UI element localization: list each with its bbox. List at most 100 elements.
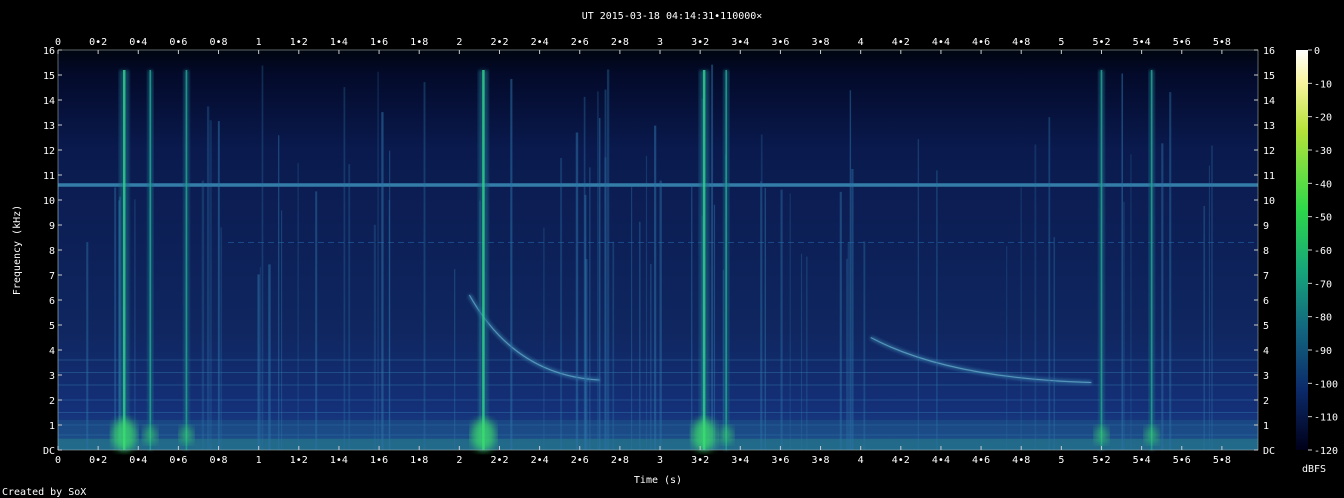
plot-area	[58, 50, 1258, 450]
y-tick-label-left: 9	[49, 221, 55, 232]
y-tick-label-right: DC	[1263, 446, 1275, 457]
dc-band	[58, 438, 1258, 450]
x-tick-label-top: 2	[456, 37, 462, 48]
y-tick-label-left: 15	[43, 71, 55, 82]
x-tick-label-top: 2•6	[571, 37, 589, 48]
y-tick-label-right: 12	[1263, 146, 1275, 157]
colorbar-tick-label: -30	[1314, 146, 1332, 157]
y-tick-label-right: 9	[1263, 221, 1269, 232]
x-tick-label-top: 1	[256, 37, 262, 48]
y-tick-label-left: 14	[43, 96, 55, 107]
x-tick-label-bottom: 0	[55, 455, 61, 466]
x-tick-label-bottom: 4•2	[892, 455, 910, 466]
x-tick-label-top: 2•4	[531, 37, 549, 48]
x-tick-label-top: 1•6	[370, 37, 388, 48]
x-tick-label-top: 0•4	[129, 37, 147, 48]
x-tick-label-bottom: 0•8	[210, 455, 228, 466]
x-tick-label-top: 4•6	[972, 37, 990, 48]
y-tick-label-left: 4	[49, 346, 55, 357]
click-hotspot	[471, 419, 496, 451]
y-tick-label-right: 15	[1263, 71, 1275, 82]
x-tick-label-bottom: 3•4	[731, 455, 749, 466]
x-tick-label-top: 4•4	[932, 37, 950, 48]
y-tick-label-left: 7	[49, 271, 55, 282]
y-tick-label-right: 8	[1263, 246, 1269, 257]
x-tick-label-bottom: 3•8	[812, 455, 830, 466]
y-tick-label-left: 1	[49, 421, 55, 432]
y-tick-label-left: 12	[43, 146, 55, 157]
x-tick-label-bottom: 5•2	[1092, 455, 1110, 466]
y-tick-label-left: 2	[49, 396, 55, 407]
y-tick-label-left: 16	[43, 46, 55, 57]
x-tick-label-top: 4•8	[1012, 37, 1030, 48]
y-axis-label: Frequency (kHz)	[12, 205, 23, 295]
click-hotspot	[692, 419, 717, 451]
colorbar-tick-label: -60	[1314, 246, 1332, 257]
x-tick-label-bottom: 3•2	[691, 455, 709, 466]
x-tick-label-top: 1•2	[290, 37, 308, 48]
x-tick-label-top: 3•6	[771, 37, 789, 48]
x-tick-label-bottom: 0•6	[169, 455, 187, 466]
x-tick-label-top: 3•4	[731, 37, 749, 48]
x-tick-label-bottom: 3	[657, 455, 663, 466]
spectrogram-chart: UT 2015-03-18 04:14:31•110000× 0 0•2 0•4 0•…	[2, 11, 1338, 498]
x-tick-label-bottom: 3•6	[771, 455, 789, 466]
click-hotspot	[112, 419, 137, 451]
y-tick-label-right: 7	[1263, 271, 1269, 282]
x-tick-label-bottom: 2•4	[531, 455, 549, 466]
colorbar-tick-label: -20	[1314, 113, 1332, 124]
x-tick-label-top: 1•4	[330, 37, 348, 48]
x-tick-label-bottom: 4•4	[932, 455, 950, 466]
x-tick-label-top: 3	[657, 37, 663, 48]
x-tick-label-top: 3•8	[812, 37, 830, 48]
x-tick-label-top: 0•8	[210, 37, 228, 48]
x-tick-label-top: 5•4	[1133, 37, 1151, 48]
chart-title: UT 2015-03-18 04:14:31•110000×	[582, 11, 763, 22]
x-tick-label-top: 5•6	[1173, 37, 1191, 48]
x-tick-label-bottom: 4•8	[1012, 455, 1030, 466]
x-tick-label-top: 0•6	[169, 37, 187, 48]
y-tick-label-right: 2	[1263, 396, 1269, 407]
x-tick-label-bottom: 5•6	[1173, 455, 1191, 466]
y-tick-label-left: 6	[49, 296, 55, 307]
colorbar-tick-label: -120	[1314, 446, 1338, 457]
x-tick-label-bottom: 0•2	[89, 455, 107, 466]
x-tick-label-top: 3•2	[691, 37, 709, 48]
x-axis-label: Time (s)	[634, 475, 682, 486]
x-tick-label-bottom: 1	[256, 455, 262, 466]
y-tick-label-right: 3	[1263, 371, 1269, 382]
y-tick-label-left: 3	[49, 371, 55, 382]
x-tick-label-top: 0	[55, 37, 61, 48]
y-tick-label-right: 16	[1263, 46, 1275, 57]
x-tick-label-bottom: 0•4	[129, 455, 147, 466]
x-tick-label-top: 5	[1058, 37, 1064, 48]
y-tick-label-right: 5	[1263, 321, 1269, 332]
colorbar-ticks: 0 -10 -20 -30 -40 -50 -60 -70 -80 -90 -100 -110 -120	[1308, 46, 1338, 457]
y-tick-label-right: 13	[1263, 121, 1275, 132]
click-hotspot	[719, 426, 734, 444]
x-tick-label-bottom: 2	[456, 455, 462, 466]
colorbar-tick-label: 0	[1314, 46, 1320, 57]
x-tick-label-bottom: 2•2	[490, 455, 508, 466]
click-hotspot	[1094, 426, 1109, 444]
x-tick-label-top: 2•2	[490, 37, 508, 48]
x-tick-label-bottom: 2•6	[571, 455, 589, 466]
y-tick-label-left: 10	[43, 196, 55, 207]
colorbar	[1296, 50, 1308, 450]
x-tick-label-bottom: 1•2	[290, 455, 308, 466]
x-tick-label-top: 0•2	[89, 37, 107, 48]
x-tick-label-top: 4	[858, 37, 864, 48]
colorbar-tick-label: -90	[1314, 346, 1332, 357]
x-tick-label-bottom: 1•6	[370, 455, 388, 466]
colorbar-tick-label: -40	[1314, 179, 1332, 190]
click-hotspot	[1144, 426, 1159, 444]
x-tick-label-bottom: 1•8	[410, 455, 428, 466]
x-tick-label-top: 4•2	[892, 37, 910, 48]
x-tick-label-bottom: 2•8	[611, 455, 629, 466]
x-tick-label-bottom: 4•6	[972, 455, 990, 466]
colorbar-unit: dBFS	[1302, 464, 1326, 475]
x-tick-label-top: 2•8	[611, 37, 629, 48]
x-tick-label-bottom: 5•8	[1213, 455, 1231, 466]
y-tick-label-right: 11	[1263, 171, 1275, 182]
y-tick-label-right: 6	[1263, 296, 1269, 307]
